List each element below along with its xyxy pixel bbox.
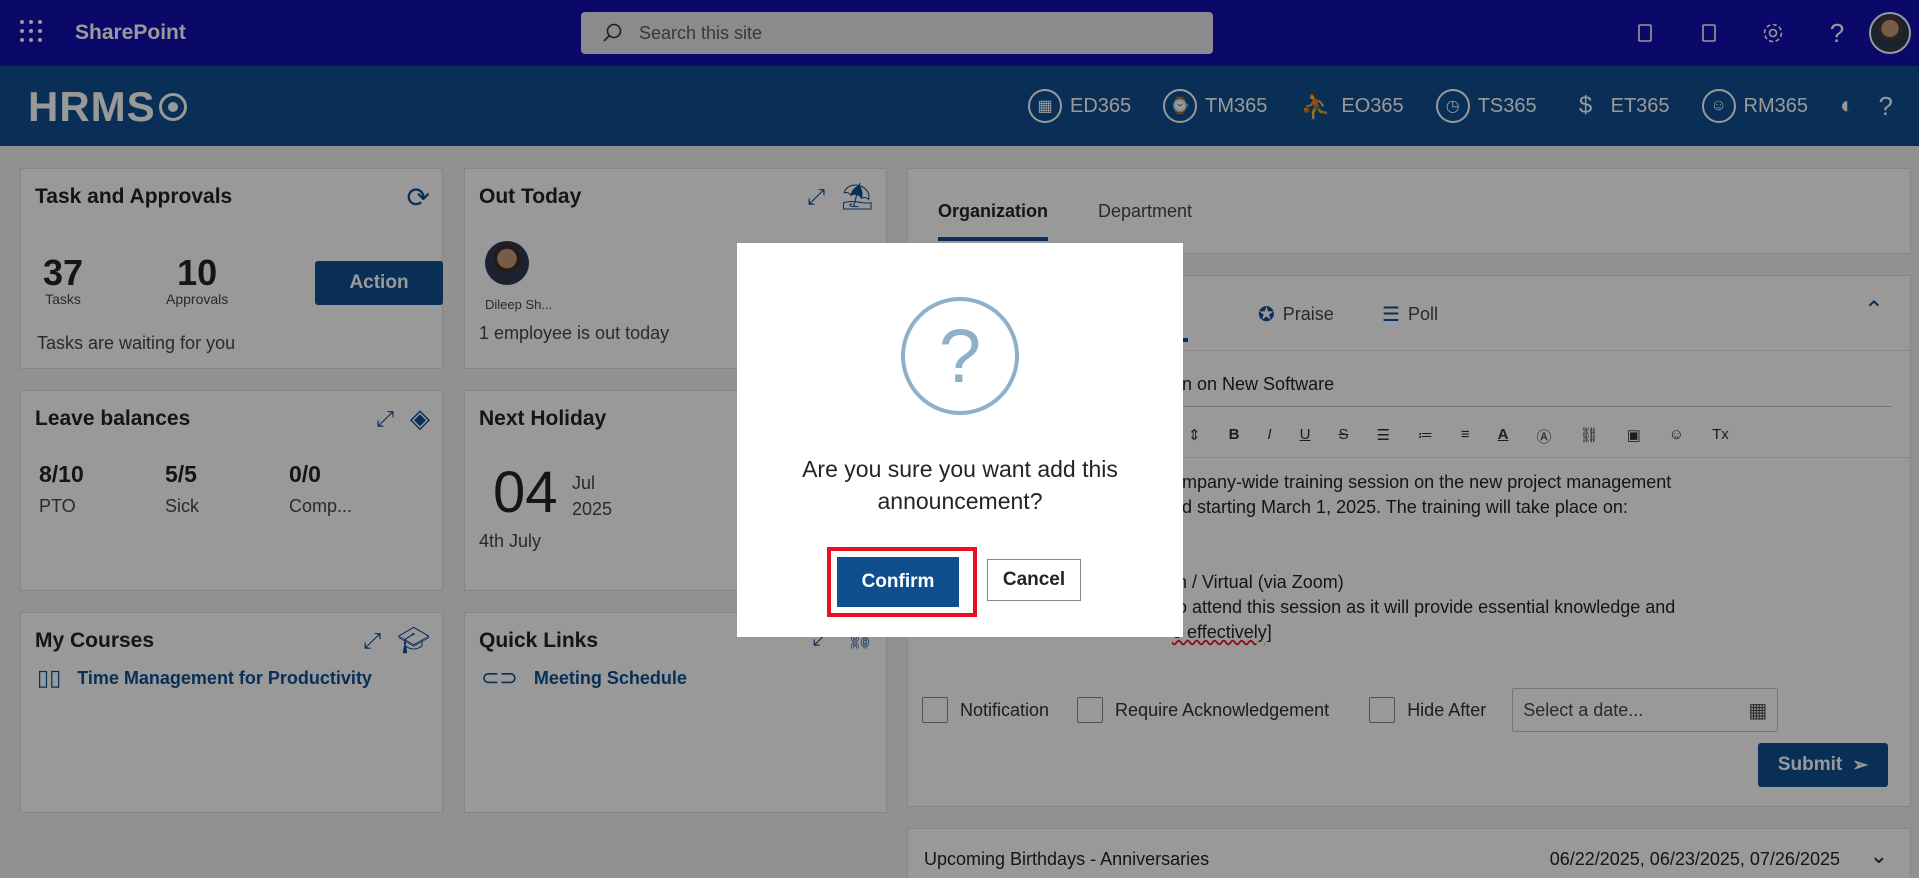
confirm-dialog: ? Are you sure you want add this announc… bbox=[737, 243, 1183, 637]
dialog-message: Are you sure you want add this announcem… bbox=[802, 456, 1118, 514]
confirm-highlight: Confirm bbox=[827, 547, 977, 617]
cancel-button[interactable]: Cancel bbox=[987, 559, 1081, 601]
confirm-button[interactable]: Confirm bbox=[837, 557, 959, 607]
question-icon: ? bbox=[901, 297, 1019, 415]
